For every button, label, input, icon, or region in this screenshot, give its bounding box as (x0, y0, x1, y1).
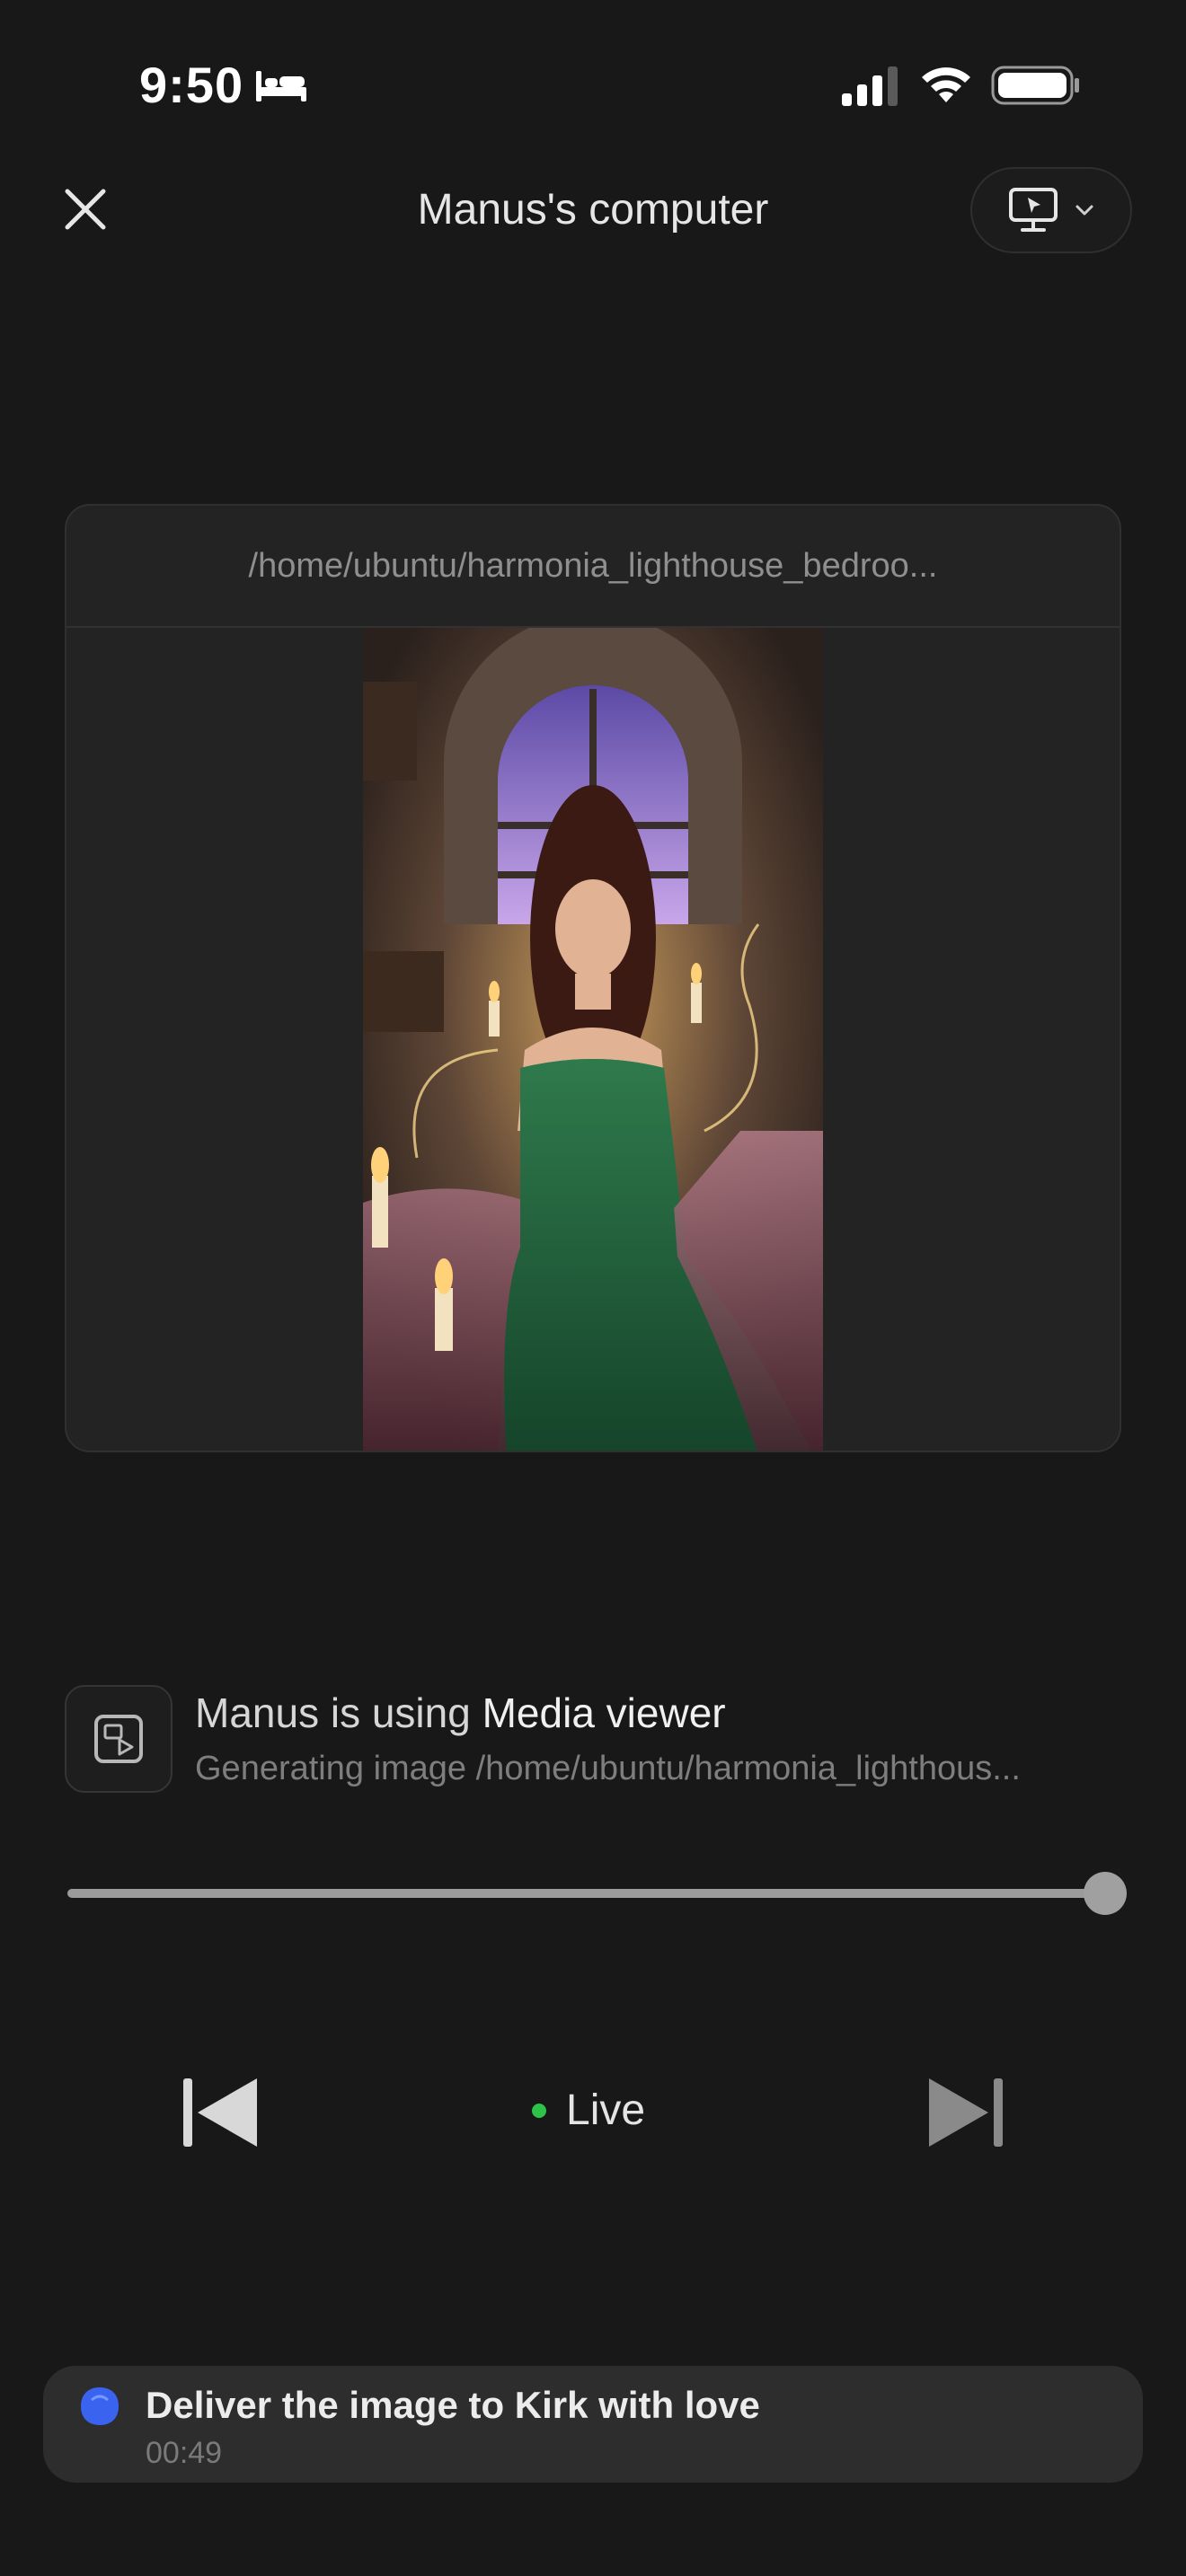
file-path: /home/ubuntu/harmonia_lighthouse_bedroo.… (66, 506, 1120, 628)
screen-mode-button[interactable] (970, 167, 1132, 253)
tool-icon-box (65, 1685, 173, 1793)
tool-status-line: Manus is using Media viewer (195, 1689, 726, 1737)
playback-scrubber-handle[interactable] (1084, 1872, 1127, 1915)
status-bar: 9:50 (0, 0, 1186, 171)
tool-detail: Generating image /home/ubuntu/harmonia_l… (195, 1750, 1021, 1787)
cellular-signal-icon (842, 66, 898, 106)
task-title: Deliver the image to Kirk with love (146, 2384, 760, 2426)
chevron-down-icon (1075, 205, 1093, 216)
live-label: Live (566, 2086, 646, 2134)
battery-icon (991, 66, 1079, 105)
tool-status-prefix: Manus is using (195, 1689, 482, 1736)
skip-next-icon (929, 2078, 1003, 2147)
generated-image (363, 628, 823, 1451)
status-time: 9:50 (139, 57, 244, 113)
screen-pointer-icon (1009, 188, 1058, 232)
playback-progress-track[interactable] (67, 1889, 1105, 1898)
wifi-icon (922, 67, 970, 102)
live-indicator[interactable]: Live (532, 2086, 645, 2135)
skip-previous-icon (183, 2078, 257, 2147)
live-dot (532, 2103, 546, 2118)
media-viewer-icon (94, 1715, 143, 1763)
media-viewer: /home/ubuntu/harmonia_lighthouse_bedroo.… (65, 504, 1121, 1452)
task-status-icon (81, 2387, 119, 2425)
skip-previous-button[interactable] (176, 2071, 266, 2152)
tool-name: Media viewer (482, 1689, 726, 1736)
playback-progress-fill (67, 1889, 1105, 1898)
skip-next-button[interactable] (920, 2071, 1010, 2152)
current-task-card[interactable]: Deliver the image to Kirk with love 00:4… (43, 2366, 1143, 2483)
screen: 9:50 Manus's computer /home/ubuntu/harmo… (0, 0, 1186, 2576)
bed-icon (256, 71, 306, 101)
task-elapsed-time: 00:49 (146, 2436, 223, 2470)
